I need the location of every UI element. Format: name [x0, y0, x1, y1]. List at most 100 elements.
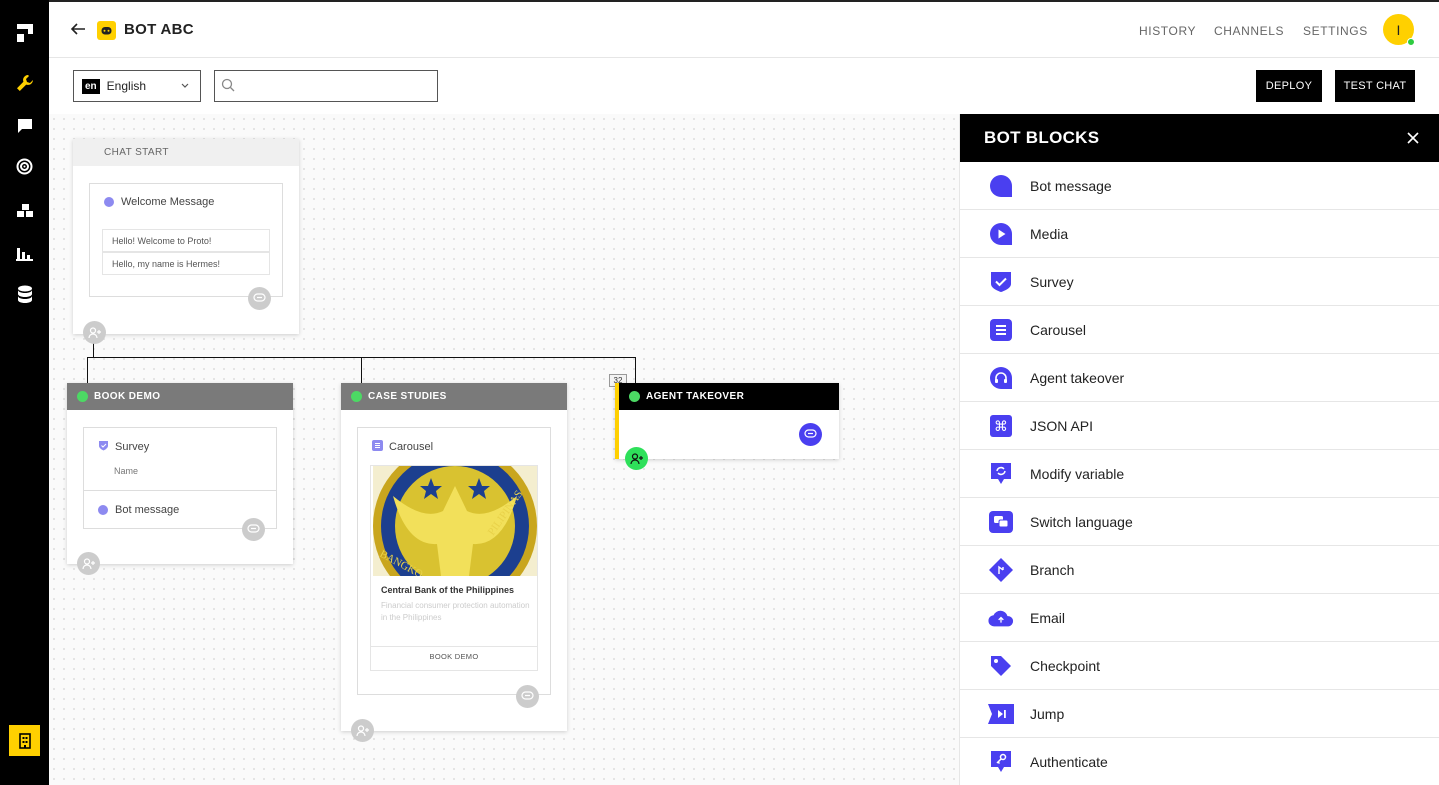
block-header: Welcome Message — [104, 196, 214, 208]
block-item-label: Carousel — [1030, 321, 1087, 338]
connector-line — [635, 357, 636, 383]
language-select[interactable]: en English — [73, 70, 201, 102]
tag-icon — [988, 653, 1014, 679]
block-header: Carousel — [372, 440, 433, 454]
svg-text:⌘: ⌘ — [994, 419, 1008, 435]
bot-message-block-header[interactable]: Bot message — [98, 504, 179, 516]
flow-canvas[interactable]: CHAT START Welcome Message Hello! Welcom… — [49, 114, 959, 785]
connect-icon[interactable] — [248, 287, 271, 310]
panel-title: BOT BLOCKS — [984, 128, 1100, 147]
node-agent-takeover[interactable]: AGENT TAKEOVER — [615, 383, 839, 459]
carousel-block[interactable]: Carousel BANGKO PILIPINAS Central Bank o… — [357, 427, 551, 695]
node-header: AGENT TAKEOVER — [619, 383, 839, 410]
add-user-icon[interactable] — [351, 719, 374, 742]
node-chat-start[interactable]: CHAT START Welcome Message Hello! Welcom… — [73, 139, 299, 334]
block-item-bot-message[interactable]: Bot message — [960, 162, 1439, 210]
test-chat-button[interactable]: TEST CHAT — [1335, 70, 1415, 102]
node-title: CHAT START — [73, 139, 299, 166]
nav-channels[interactable]: CHANNELS — [1214, 24, 1284, 38]
survey-block-header[interactable]: Survey — [98, 440, 149, 454]
back-arrow-icon[interactable] — [69, 20, 87, 38]
language-name: English — [106, 79, 147, 93]
close-icon[interactable] — [1405, 130, 1421, 146]
play-icon — [988, 221, 1014, 247]
block-item-label: Checkpoint — [1030, 657, 1101, 674]
deploy-button[interactable]: DEPLOY — [1256, 70, 1322, 102]
block-item-agent-takeover[interactable]: Agent takeover — [960, 354, 1439, 402]
bot-logo-icon — [97, 21, 116, 40]
node-book-demo[interactable]: BOOK DEMO Survey Name Bot message — [67, 383, 293, 564]
block-item-label: Media — [1030, 225, 1069, 242]
block-item-label: JSON API — [1030, 417, 1094, 434]
bar-chart-icon[interactable] — [14, 242, 35, 263]
panel-header: BOT BLOCKS — [960, 114, 1439, 162]
block-item-authenticate[interactable]: Authenticate — [960, 738, 1439, 785]
chat-bubble-icon — [77, 391, 88, 402]
headset-icon — [988, 365, 1014, 391]
carousel-card[interactable]: BANGKO PILIPINAS Central Bank of the Phi… — [370, 465, 538, 671]
block-item-media[interactable]: Media — [960, 210, 1439, 258]
proto-logo-icon[interactable] — [14, 22, 35, 43]
block-item-survey[interactable]: Survey — [960, 258, 1439, 306]
message-row[interactable]: Hello! Welcome to Proto! — [102, 229, 270, 252]
survey-label: Survey — [115, 441, 150, 453]
node-header: BOOK DEMO — [67, 383, 293, 410]
search-icon — [221, 78, 236, 98]
add-user-icon[interactable] — [625, 447, 648, 470]
chat-bubble-icon — [351, 391, 362, 402]
node-header: CASE STUDIES — [341, 383, 567, 410]
welcome-message-block[interactable]: Welcome Message Hello! Welcome to Proto!… — [89, 183, 283, 297]
block-item-label: Branch — [1030, 561, 1075, 578]
chat-icon[interactable] — [14, 115, 35, 136]
block-item-switch-language[interactable]: Switch language — [960, 498, 1439, 546]
chat-bubble-icon — [629, 391, 640, 402]
database-icon[interactable] — [14, 284, 35, 305]
block-item-carousel[interactable]: Carousel — [960, 306, 1439, 354]
card-description: Financial consumer protection automation… — [381, 601, 530, 622]
block-item-label: Authenticate — [1030, 753, 1108, 770]
nav-history[interactable]: HISTORY — [1139, 24, 1196, 38]
block-item-label: Switch language — [1030, 513, 1133, 530]
check-shield-icon — [988, 269, 1014, 295]
language-icon — [988, 509, 1014, 535]
block-item-label: Bot message — [1030, 177, 1112, 194]
card-button[interactable]: BOOK DEMO — [371, 652, 537, 661]
bot-title: BOT ABC — [124, 21, 194, 38]
target-icon[interactable] — [14, 156, 35, 177]
block-item-email[interactable]: Email — [960, 594, 1439, 642]
add-user-icon[interactable] — [83, 321, 106, 344]
block-item-jump[interactable]: Jump — [960, 690, 1439, 738]
cloud-upload-icon — [988, 605, 1014, 631]
block-item-label: Modify variable — [1030, 465, 1125, 482]
block-item-label: Survey — [1030, 273, 1074, 290]
survey-field[interactable]: Name — [114, 466, 138, 476]
connect-icon[interactable] — [516, 685, 539, 708]
connector-line — [93, 342, 94, 358]
block-item-checkpoint[interactable]: Checkpoint — [960, 642, 1439, 690]
connect-icon[interactable] — [799, 423, 822, 446]
bot-blocks-panel: BOT BLOCKS Bot message Media Survey Caro… — [959, 114, 1439, 785]
block-item-branch[interactable]: Branch — [960, 546, 1439, 594]
node-case-studies[interactable]: CASE STUDIES Carousel BANGKO PILIPINAS C… — [341, 383, 567, 731]
node-title: CASE STUDIES — [368, 391, 447, 402]
node-title: BOOK DEMO — [94, 391, 161, 402]
block-item-json-api[interactable]: ⌘ JSON API — [960, 402, 1439, 450]
shield-check-icon — [98, 440, 109, 454]
message-row[interactable]: Hello, my name is Hermes! — [102, 252, 270, 275]
search-input[interactable] — [214, 70, 438, 102]
key-icon — [988, 749, 1014, 775]
wrench-icon[interactable] — [14, 72, 35, 93]
blocks-icon[interactable] — [14, 199, 35, 220]
connect-icon[interactable] — [242, 518, 265, 541]
chat-bubble-icon — [988, 173, 1014, 199]
node-title: AGENT TAKEOVER — [646, 391, 745, 402]
refresh-icon — [988, 461, 1014, 487]
building-icon[interactable] — [9, 725, 40, 756]
toolbar: en English DEPLOY TEST CHAT — [49, 58, 1439, 114]
add-user-icon[interactable] — [77, 552, 100, 575]
nav-settings[interactable]: SETTINGS — [1303, 24, 1368, 38]
block-item-modify-variable[interactable]: Modify variable — [960, 450, 1439, 498]
bot-message-label: Bot message — [115, 504, 180, 516]
connector-line — [87, 357, 88, 383]
skip-icon — [988, 701, 1014, 727]
